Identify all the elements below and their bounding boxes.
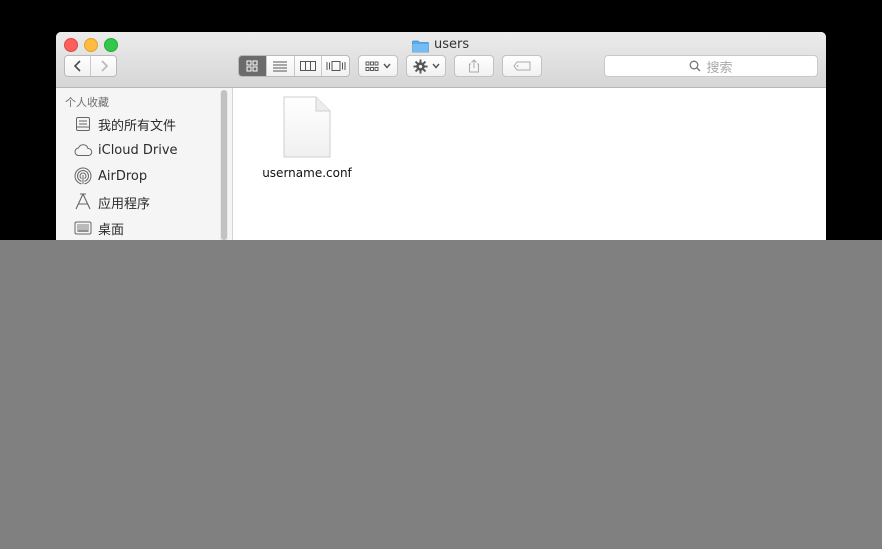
sidebar-item-desktop[interactable]: 桌面	[73, 218, 124, 238]
back-button[interactable]	[65, 56, 90, 76]
window-title: users	[412, 36, 469, 52]
chevron-right-icon	[100, 60, 108, 72]
minimize-button[interactable]	[84, 38, 98, 52]
list-view-button[interactable]	[265, 56, 294, 76]
window-title-text: users	[434, 36, 470, 52]
search-icon	[690, 60, 701, 72]
file-name: username.conf	[262, 166, 352, 180]
document-icon	[283, 96, 331, 158]
cloud-icon	[73, 141, 93, 159]
gray-overlay	[0, 240, 882, 549]
sidebar-scrollbar[interactable]	[220, 90, 228, 260]
toolbar: users 搜索	[56, 32, 826, 88]
tag-icon	[513, 61, 531, 71]
forward-button[interactable]	[90, 56, 116, 76]
chevron-down-icon	[431, 63, 440, 69]
desktop-icon	[73, 219, 93, 237]
view-mode-selector	[238, 55, 350, 77]
sidebar: 个人收藏 我的所有文件 iCloud Drive AirDrop 应用程序 桌面	[56, 88, 233, 262]
applications-icon	[73, 193, 93, 211]
share-button[interactable]	[454, 55, 494, 77]
arrange-button[interactable]	[358, 55, 398, 77]
action-button[interactable]	[406, 55, 446, 77]
arrange-grid-icon	[365, 61, 379, 71]
close-button[interactable]	[64, 38, 78, 52]
maximize-button[interactable]	[104, 38, 118, 52]
chevron-left-icon	[73, 60, 81, 72]
cover-flow-view-button[interactable]	[321, 56, 349, 76]
search-placeholder: 搜索	[706, 60, 733, 76]
search-input[interactable]: 搜索	[604, 55, 818, 77]
grid-icon	[246, 60, 258, 72]
gray-overlay-edge	[0, 255, 144, 265]
gear-icon	[412, 58, 428, 74]
tag-button[interactable]	[502, 55, 542, 77]
airdrop-icon	[73, 167, 93, 185]
sidebar-scroll-thumb[interactable]	[221, 90, 227, 240]
file-browser: username.conf	[233, 88, 826, 262]
chevron-down-icon	[383, 63, 391, 69]
cover-flow-icon	[326, 61, 346, 71]
list-icon	[273, 61, 288, 72]
nav-buttons	[64, 55, 117, 77]
finder-window: users 搜索 个人收藏 我的所有文件 iCloud Drive AirDro…	[56, 32, 826, 262]
folder-icon	[412, 38, 429, 52]
all-files-icon	[73, 115, 93, 133]
sidebar-section-title: 个人收藏	[65, 96, 109, 109]
share-icon	[469, 59, 479, 73]
sidebar-item-all-files[interactable]: 我的所有文件	[73, 114, 176, 134]
icon-view-button[interactable]	[239, 56, 266, 76]
column-view-button[interactable]	[293, 56, 322, 76]
columns-icon	[299, 61, 316, 71]
file-item[interactable]: username.conf	[257, 96, 357, 180]
sidebar-item-icloud-drive[interactable]: iCloud Drive	[73, 140, 178, 160]
sidebar-item-airdrop[interactable]: AirDrop	[73, 166, 147, 186]
sidebar-item-applications[interactable]: 应用程序	[73, 192, 150, 212]
